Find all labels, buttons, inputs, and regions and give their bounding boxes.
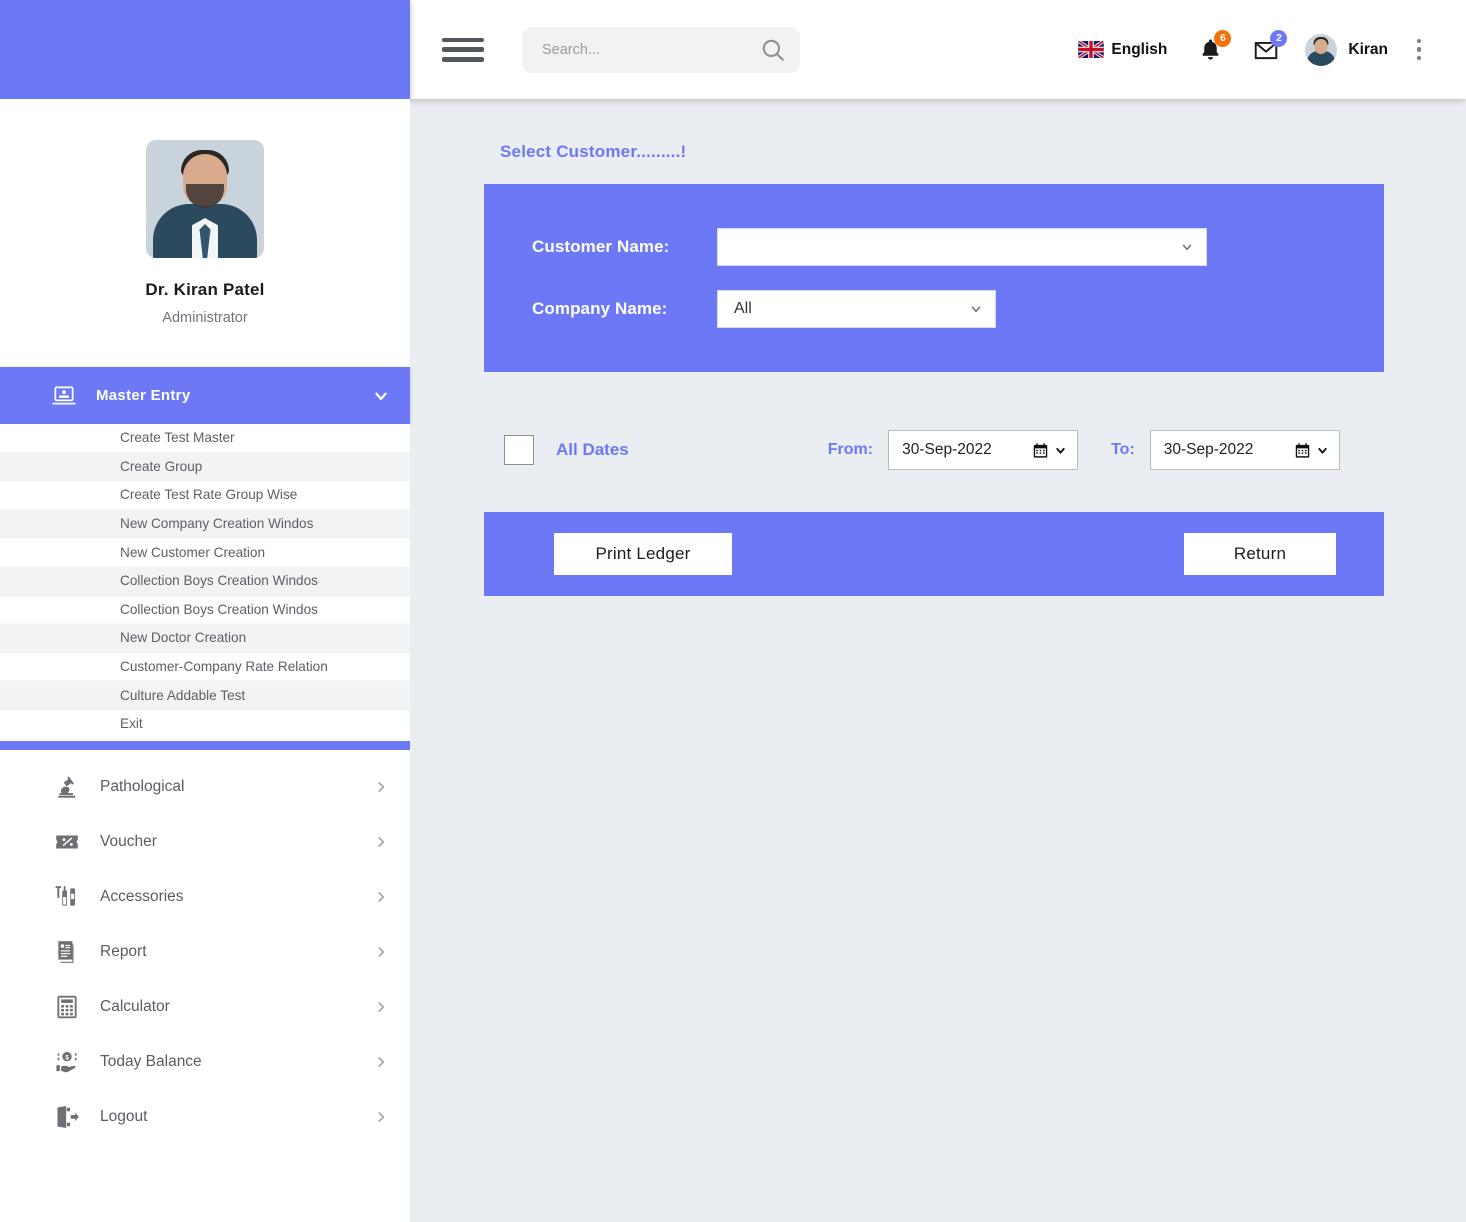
company-name-value: All (734, 300, 752, 317)
notifications-button[interactable]: 6 (1193, 29, 1232, 67)
messages-button[interactable]: 2 (1249, 29, 1288, 67)
all-dates-checkbox[interactable] (504, 435, 534, 465)
sidebar-nav: Pathological Voucher Accessories Report … (0, 749, 410, 1145)
return-button[interactable]: Return (1184, 533, 1336, 575)
submenu-item-new-doctor-creation[interactable]: New Doctor Creation (0, 624, 410, 653)
profile-role: Administrator (162, 310, 248, 326)
submenu-item-create-test-rate-group-wise[interactable]: Create Test Rate Group Wise (0, 481, 410, 510)
notifications-badge: 6 (1214, 29, 1232, 47)
sidebar-profile: Dr. Kiran Patel Administrator (0, 99, 410, 326)
from-date-field[interactable]: 30-Sep-2022 (888, 430, 1079, 470)
chevron-down-icon[interactable] (1316, 444, 1329, 457)
sidebar-item-today-balance[interactable]: $ Today Balance (0, 1035, 410, 1090)
sidebar-item-accessories[interactable]: Accessories (0, 870, 410, 925)
calendar-icon[interactable] (1032, 442, 1049, 459)
action-bar: Print Ledger Return (484, 512, 1384, 596)
sidebar-item-calculator[interactable]: Calculator (0, 980, 410, 1035)
chevron-right-icon (374, 945, 388, 959)
from-date-value: 30-Sep-2022 (902, 441, 992, 458)
svg-text:$: $ (65, 1054, 69, 1061)
sidebar-item-voucher[interactable]: Voucher (0, 815, 410, 870)
money-hand-icon: $ (52, 1047, 82, 1077)
sidebar-item-label: Voucher (100, 833, 157, 851)
sidebar-item-label: Report (100, 943, 147, 961)
sidebar-divider (0, 740, 410, 750)
uk-flag-icon (1078, 41, 1105, 58)
language-selector[interactable]: English (1078, 41, 1167, 59)
sidebar-item-label: Logout (100, 1108, 148, 1126)
submenu-item-collection-boys-creation-1[interactable]: Collection Boys Creation Windos (0, 566, 410, 596)
sidebar-group-label: Master Entry (96, 387, 191, 404)
sidebar-item-pathological[interactable]: Pathological (0, 760, 410, 815)
sidebar-item-logout[interactable]: Logout (0, 1090, 410, 1145)
search-icon[interactable] (760, 37, 786, 63)
user-menu[interactable]: Kiran (1305, 33, 1388, 66)
chevron-right-icon (374, 1110, 388, 1124)
sidebar-item-label: Accessories (100, 888, 184, 906)
sidebar-item-label: Pathological (100, 778, 185, 796)
sidebar: Dr. Kiran Patel Administrator Master Ent… (0, 0, 410, 1222)
all-dates-label: All Dates (556, 440, 629, 459)
chevron-right-icon (374, 1055, 388, 1069)
calendar-icon[interactable] (1294, 442, 1311, 459)
sidebar-brand-block (0, 0, 410, 99)
page-title: Select Customer.........! (500, 142, 687, 161)
chevron-down-icon (372, 387, 390, 405)
avatar (1305, 33, 1338, 66)
to-date-value: 30-Sep-2022 (1163, 441, 1254, 458)
chevron-right-icon (374, 890, 388, 904)
submenu-item-new-company-creation[interactable]: New Company Creation Windos (0, 509, 410, 539)
submenu-item-culture-addable-test[interactable]: Culture Addable Test (0, 681, 410, 710)
company-name-label: Company Name: (532, 299, 668, 318)
sidebar-submenu: Create Test Master Create Group Create T… (0, 424, 410, 739)
company-name-row: Company Name: All (484, 290, 1384, 328)
profile-name: Dr. Kiran Patel (145, 280, 265, 299)
vertical-dots-icon[interactable] (1408, 35, 1430, 65)
submenu-item-create-test-master[interactable]: Create Test Master (0, 424, 410, 453)
messages-badge: 2 (1270, 29, 1288, 47)
microscope-icon (52, 772, 82, 802)
submenu-item-collection-boys-creation-2[interactable]: Collection Boys Creation Windos (0, 596, 410, 625)
user-name: Kiran (1348, 40, 1388, 58)
sidebar-item-label: Today Balance (100, 1053, 202, 1071)
submenu-item-create-group[interactable]: Create Group (0, 452, 410, 482)
search-bar[interactable] (522, 26, 800, 73)
chevron-right-icon (374, 780, 388, 794)
test-tubes-icon (52, 882, 82, 912)
top-header: English 6 2 Kiran (410, 0, 1466, 99)
customer-name-label: Customer Name: (532, 237, 670, 256)
submenu-item-new-customer-creation[interactable]: New Customer Creation (0, 538, 410, 567)
main-content: Select Customer.........! Customer Name:… (410, 99, 1466, 1222)
to-date-field[interactable]: 30-Sep-2022 (1149, 430, 1340, 470)
submenu-item-exit[interactable]: Exit (0, 710, 410, 739)
search-input[interactable] (540, 40, 760, 59)
sidebar-item-report[interactable]: Report (0, 925, 410, 980)
app-root: Dr. Kiran Patel Administrator Master Ent… (0, 0, 1466, 1222)
customer-name-select[interactable] (717, 228, 1207, 266)
chevron-down-icon[interactable] (1054, 444, 1067, 457)
chevron-right-icon (374, 1000, 388, 1014)
to-label: To: (1111, 441, 1135, 458)
date-filter-row: All Dates From: 30-Sep-2022 To: 30-Sep-2… (484, 430, 1384, 470)
logout-door-icon (52, 1102, 82, 1132)
computer-user-icon (50, 382, 78, 410)
sidebar-item-label: Calculator (100, 998, 170, 1016)
company-name-select[interactable]: All (717, 290, 996, 328)
chevron-down-icon (969, 302, 983, 316)
voucher-percent-icon (52, 827, 82, 857)
chevron-right-icon (374, 835, 388, 849)
from-label: From: (827, 441, 874, 458)
chevron-down-icon (1180, 240, 1194, 254)
customer-selection-panel: Customer Name: Company Name: All (484, 184, 1384, 372)
document-report-icon (52, 937, 82, 967)
submenu-item-customer-company-rate-relation[interactable]: Customer-Company Rate Relation (0, 653, 410, 682)
header-actions: English 6 2 Kiran (1078, 29, 1430, 67)
language-label: English (1111, 40, 1168, 58)
print-ledger-button[interactable]: Print Ledger (554, 533, 732, 575)
calculator-icon (52, 992, 82, 1022)
customer-name-row: Customer Name: (484, 228, 1384, 266)
sidebar-group-master-entry[interactable]: Master Entry (0, 367, 410, 424)
hamburger-icon[interactable] (442, 35, 484, 65)
avatar (146, 140, 264, 258)
